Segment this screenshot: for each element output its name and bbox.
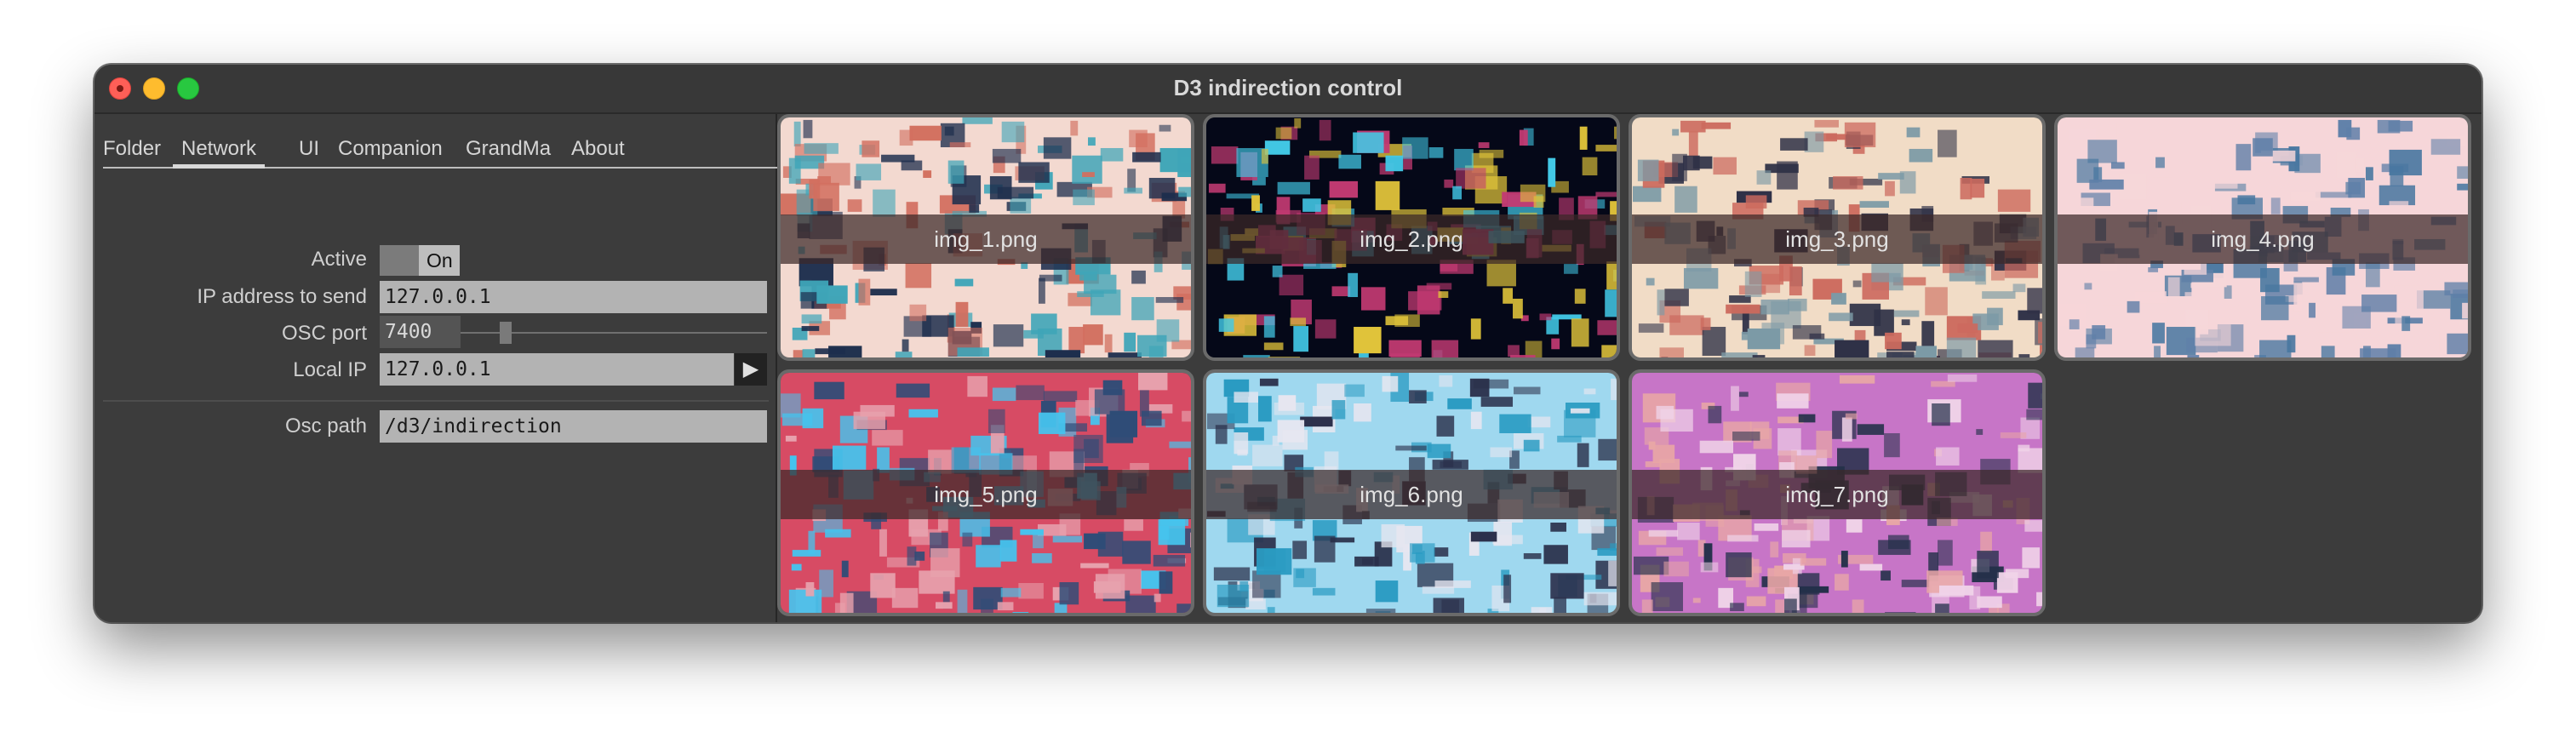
image-name: img_7.png — [1785, 482, 1889, 507]
active-toggle[interactable]: On — [380, 245, 460, 276]
image-tile[interactable]: img_5.png — [777, 369, 1194, 616]
osc-port-label: OSC port — [281, 322, 367, 345]
image-tile[interactable]: img_1.png — [777, 114, 1194, 361]
ip-address-field[interactable]: 127.0.0.1 — [380, 281, 767, 313]
window-title: D3 indirection control — [1173, 75, 1403, 100]
image-tile[interactable]: img_4.png — [2054, 114, 2471, 361]
image-name: img_6.png — [1360, 482, 1463, 507]
osc-port-slider-thumb[interactable] — [500, 322, 512, 344]
osc-path-label: Osc path — [284, 415, 367, 437]
active-label: Active — [311, 248, 367, 271]
settings-tabs: Folder Network UI Companion GrandMa Abou… — [103, 133, 777, 169]
image-tile[interactable]: img_7.png — [1629, 369, 2046, 616]
app-window: D3 indirection control Folder Network UI… — [94, 65, 2482, 622]
local-ip-field[interactable]: 127.0.0.1 — [380, 353, 734, 386]
tab-ui[interactable]: UI — [299, 133, 319, 165]
image-name: img_4.png — [2211, 226, 2315, 252]
play-icon: ▶ — [742, 357, 759, 380]
image-name: img_3.png — [1785, 226, 1889, 252]
send-local-ip-button[interactable]: ▶ — [735, 353, 767, 386]
image-grid: img_1.png img_2.png img_3.png img_4.png … — [777, 114, 2482, 622]
tab-network[interactable]: Network — [172, 133, 266, 169]
tab-companion[interactable]: Companion — [338, 133, 443, 165]
section-divider — [103, 400, 769, 402]
image-name: img_5.png — [934, 482, 1038, 507]
osc-path-field[interactable]: /d3/indirection — [380, 410, 767, 443]
tab-folder[interactable]: Folder — [103, 133, 161, 165]
image-tile[interactable]: img_3.png — [1629, 114, 2046, 361]
image-tile[interactable]: img_2.png — [1203, 114, 1620, 361]
image-name: img_1.png — [934, 226, 1038, 252]
toggle-state: On — [426, 249, 453, 272]
image-tile[interactable]: img_6.png — [1203, 369, 1620, 616]
tab-about[interactable]: About — [571, 133, 625, 165]
toggle-knob — [380, 245, 419, 276]
ip-address-label: IP address to send — [197, 285, 367, 308]
local-ip-label: Local IP — [293, 358, 367, 381]
osc-port-value[interactable]: 7400 — [380, 316, 461, 348]
settings-panel: Folder Network UI Companion GrandMa Abou… — [94, 114, 777, 622]
title-bar: D3 indirection control — [94, 65, 2482, 114]
image-name: img_2.png — [1360, 226, 1463, 252]
tab-grandma[interactable]: GrandMa — [466, 133, 551, 165]
